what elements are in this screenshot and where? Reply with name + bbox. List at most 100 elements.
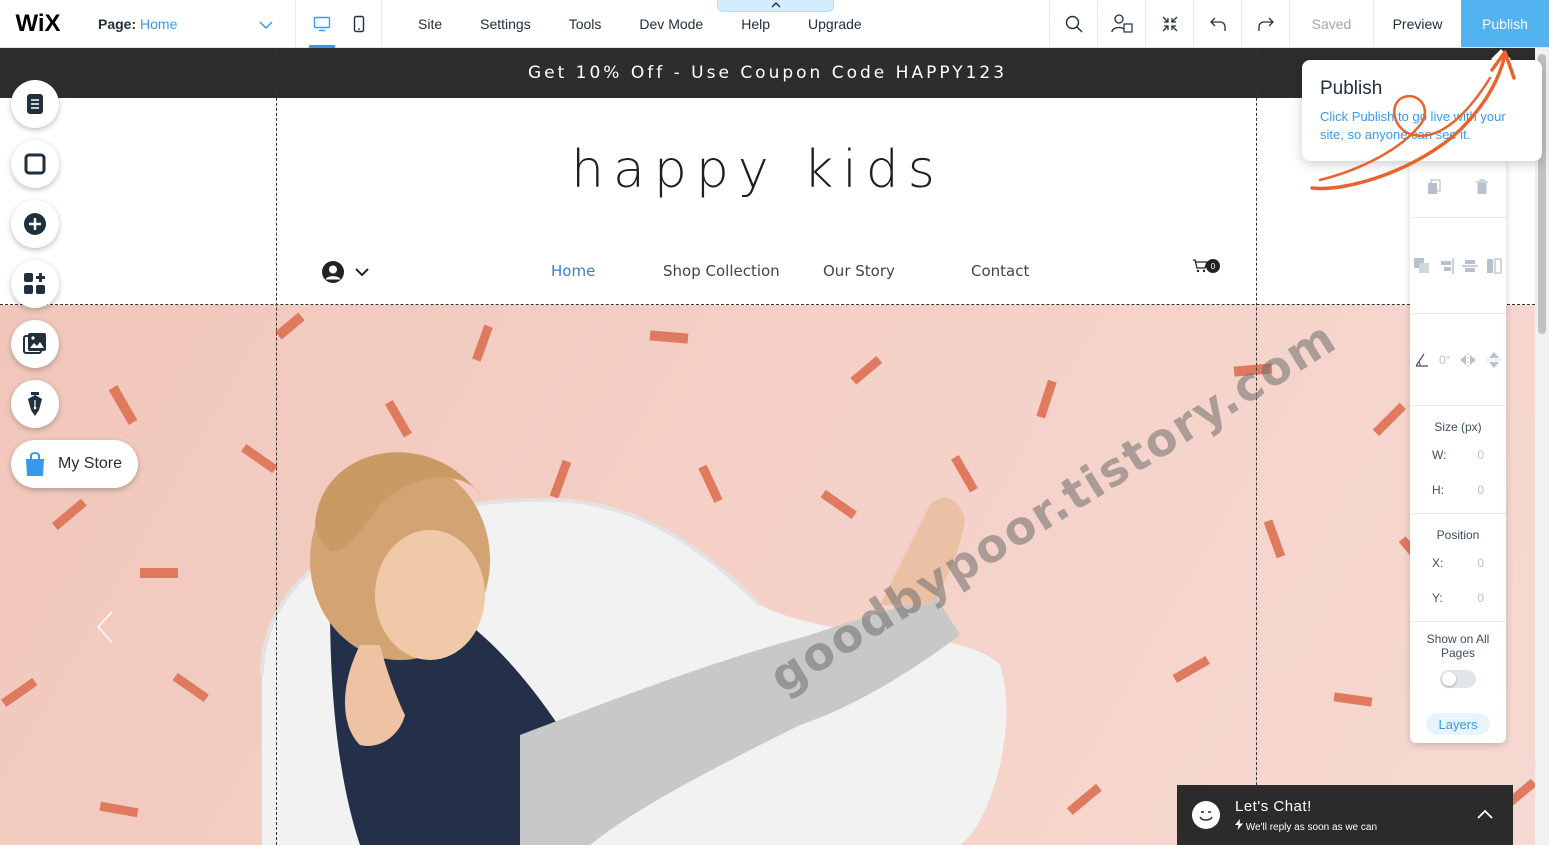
shopping-bag-icon <box>26 452 44 476</box>
editor-canvas: Get 10% Off - Use Coupon Code HAPPY123 h… <box>0 48 1535 845</box>
canvas-scrollbar[interactable] <box>1535 48 1549 845</box>
height-row[interactable]: H: 0 <box>1410 483 1506 497</box>
saved-status: Saved <box>1289 0 1373 47</box>
nav-shop-collection[interactable]: Shop Collection <box>663 262 780 280</box>
panel-copy-delete <box>1410 160 1506 218</box>
hero-illustration <box>1 312 1535 845</box>
show-on-all-pages-toggle[interactable] <box>1440 670 1476 688</box>
trash-icon[interactable] <box>1475 179 1489 195</box>
tooltip-title: Publish <box>1320 78 1383 99</box>
chevron-left-icon <box>96 611 113 643</box>
flip-vertical-icon[interactable] <box>1486 351 1502 369</box>
width-label: W: <box>1432 448 1447 462</box>
site-logo-text[interactable]: happy kids <box>0 140 1515 200</box>
wix-logo[interactable]: WiX <box>0 0 76 47</box>
panel-rotate-flip: 0° <box>1410 314 1506 406</box>
page-selector-label: Page: Home <box>98 16 177 32</box>
rotation-value[interactable]: 0° <box>1439 353 1450 367</box>
compress-icon <box>1162 16 1177 31</box>
device-switcher <box>296 0 382 48</box>
width-row[interactable]: W: 0 <box>1410 448 1506 462</box>
preview-button[interactable]: Preview <box>1373 0 1461 47</box>
cart-button[interactable]: 0 <box>1192 259 1220 273</box>
invite-collaborators-button[interactable] <box>1097 0 1145 47</box>
chat-subtitle: We'll reply as soon as we can <box>1235 818 1378 833</box>
slideshow-prev-button[interactable] <box>96 610 114 649</box>
tooltip-text: Click Publish to go live with your site,… <box>1320 109 1506 142</box>
x-value[interactable]: 0 <box>1477 556 1484 570</box>
blog-button[interactable] <box>11 380 59 428</box>
chevron-down-icon <box>355 267 369 276</box>
chat-text: Let's Chat! We'll reply as soon as we ca… <box>1235 798 1377 833</box>
background-button[interactable] <box>11 140 59 188</box>
match-size-icon[interactable] <box>1485 257 1503 275</box>
layers-button[interactable]: Layers <box>1426 713 1490 735</box>
publish-button[interactable]: Publish <box>1461 0 1549 47</box>
rotate-angle-icon[interactable] <box>1414 352 1430 368</box>
nav-home[interactable]: Home <box>551 262 595 280</box>
background-icon <box>24 153 46 175</box>
cart-count-badge: 0 <box>1206 259 1220 273</box>
menu-settings[interactable]: Settings <box>466 16 555 32</box>
search-icon <box>1065 15 1082 32</box>
hero-slideshow[interactable] <box>0 305 1535 845</box>
add-elements-button[interactable] <box>11 200 59 248</box>
media-icon <box>23 333 46 354</box>
chevron-down-icon <box>259 16 273 32</box>
menu-help[interactable]: Help <box>727 16 794 32</box>
editor-top-bar: WiX Page: Home Site Settings Tools Dev M… <box>0 0 1549 48</box>
menu-tools[interactable]: Tools <box>555 16 626 32</box>
panel-show-all-pages: Show on All Pages <box>1410 622 1506 688</box>
smiley-icon <box>1192 801 1220 829</box>
show-on-all-pages-label: Show on All Pages <box>1426 632 1490 660</box>
x-row[interactable]: X: 0 <box>1410 556 1506 570</box>
size-title: Size (px) <box>1434 420 1482 434</box>
panel-size: Size (px) W: 0 H: 0 <box>1410 406 1506 514</box>
menu-site[interactable]: Site <box>404 16 466 32</box>
height-label: H: <box>1432 483 1444 497</box>
undo-button[interactable] <box>1193 0 1241 47</box>
align-right-icon[interactable] <box>1437 257 1455 275</box>
y-label: Y: <box>1432 591 1443 605</box>
width-value[interactable]: 0 <box>1477 448 1484 462</box>
plus-circle-icon <box>24 213 46 235</box>
my-store-label: My Store <box>58 455 123 472</box>
nav-contact[interactable]: Contact <box>971 262 1029 280</box>
lightning-icon <box>1235 818 1243 830</box>
desktop-view-button[interactable] <box>308 0 335 48</box>
page-selector[interactable]: Page: Home <box>76 0 296 47</box>
desktop-icon <box>313 16 330 31</box>
menu-upgrade[interactable]: Upgrade <box>794 16 886 32</box>
my-store-button[interactable]: My Store <box>11 440 138 488</box>
chevron-up-icon[interactable] <box>1477 809 1493 819</box>
chat-subtitle-text: We'll reply as soon as we can <box>1245 821 1378 833</box>
y-row[interactable]: Y: 0 <box>1410 591 1506 605</box>
search-button[interactable] <box>1049 0 1097 47</box>
apps-icon <box>24 273 45 294</box>
panel-position: Position X: 0 Y: 0 <box>1410 514 1506 622</box>
menu-dev-mode[interactable]: Dev Mode <box>625 16 727 32</box>
media-manager-button[interactable] <box>11 320 59 368</box>
y-value[interactable]: 0 <box>1477 591 1484 605</box>
header-boundary-line <box>0 304 1535 305</box>
position-title: Position <box>1436 528 1480 542</box>
mobile-view-button[interactable] <box>349 0 369 48</box>
flip-horizontal-icon[interactable] <box>1459 352 1477 368</box>
collapse-menu-tab[interactable] <box>717 0 834 12</box>
distribute-icon[interactable] <box>1461 257 1479 275</box>
account-menu[interactable] <box>321 260 369 284</box>
pages-icon <box>27 94 43 114</box>
nav-our-story[interactable]: Our Story <box>823 262 895 280</box>
user-avatar-icon <box>322 261 344 283</box>
page-label: Page: <box>98 15 137 32</box>
redo-button[interactable] <box>1241 0 1289 47</box>
copy-icon[interactable] <box>1427 179 1441 195</box>
mobile-icon <box>353 15 364 32</box>
add-apps-button[interactable] <box>11 260 59 308</box>
height-value[interactable]: 0 <box>1477 483 1484 497</box>
arrange-icon[interactable] <box>1413 257 1431 275</box>
panel-arrange <box>1410 218 1506 314</box>
chat-widget[interactable]: Let's Chat! We'll reply as soon as we ca… <box>1177 785 1513 845</box>
menus-pages-button[interactable] <box>11 80 59 128</box>
zoom-out-button[interactable] <box>1145 0 1193 47</box>
